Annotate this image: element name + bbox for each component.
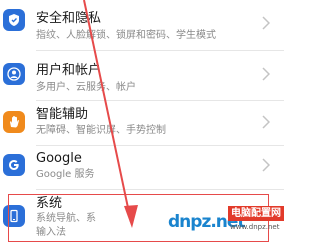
item-subtitle: 无障碍、智能识屏、手势控制 [36,125,166,136]
watermark-url: www.dnpz.net [230,223,280,231]
watermark-tag: 电脑配置网 [228,206,284,221]
chevron-right-icon [262,16,270,30]
chevron-right-icon [262,67,270,81]
item-title: 安全和隐私 [36,11,102,26]
google-icon [3,154,25,176]
item-subtitle: 多用户、云服务、帐户 [36,82,136,93]
hand-icon [3,111,25,133]
shield-icon [3,9,25,31]
settings-item-security[interactable]: 安全和隐私 指纹、人脸解锁、锁屏和密码、学生模式 [0,0,284,48]
item-title: Google [36,151,82,166]
divider [36,189,284,190]
watermark-logo: dnpz.net 电脑配置网 www.dnpz.net [168,200,284,240]
item-title: 用户和帐户 [36,63,102,78]
user-icon [3,63,25,85]
settings-item-accounts[interactable]: 用户和帐户 多用户、云服务、帐户 [0,51,284,99]
chevron-right-icon [262,115,270,129]
item-subtitle: 指纹、人脸解锁、锁屏和密码、学生模式 [36,30,216,41]
item-title: 智能辅助 [36,107,89,122]
chevron-right-icon [262,158,270,172]
item-subtitle: Google 服务 [36,169,95,180]
settings-item-google[interactable]: Google Google 服务 [0,146,284,194]
settings-item-assist[interactable]: 智能辅助 无障碍、智能识屏、手势控制 [0,101,284,149]
